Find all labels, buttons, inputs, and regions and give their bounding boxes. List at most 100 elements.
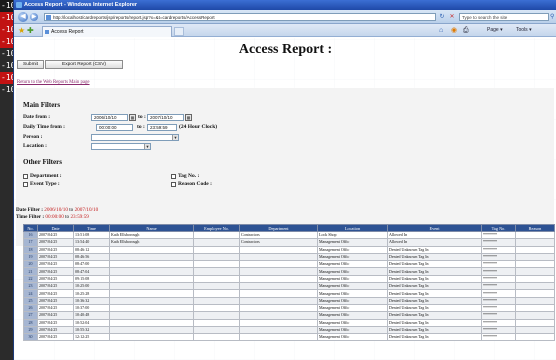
page-content: Access Report : Submit Export Report (CS…	[14, 38, 556, 360]
terminal-line: -10	[1, 61, 14, 70]
window-title-bar[interactable]: Access Report - Windows Internet Explore…	[14, 0, 556, 10]
table-cell	[239, 303, 318, 313]
time-to-label: to :	[137, 124, 145, 130]
table-row: 29 2007/04/25 10:55:32 Management Offic Deni…	[23, 325, 555, 335]
date-from-input[interactable]: 2006/10/10	[91, 114, 128, 121]
table-cell	[515, 252, 555, 262]
refresh-icon[interactable]: ↻	[438, 13, 446, 21]
table-cell: 10:36:32	[73, 296, 110, 305]
table-cell: Management Offic	[317, 333, 388, 342]
date-to-input[interactable]: 2007/10/10	[147, 114, 184, 121]
column-header: Tag No.	[481, 224, 516, 232]
search-input[interactable]: Type to search the site	[459, 13, 549, 21]
table-cell: 18	[23, 245, 38, 254]
table-cell	[239, 267, 318, 276]
table-cell	[239, 318, 318, 327]
home-icon[interactable]: ⌂	[439, 26, 443, 35]
table-cell: 13:51:08	[73, 230, 110, 240]
access-report-table: No. Date Time Name Employee No. Department Loc…	[23, 224, 555, 342]
table-cell: Denied Unknown Tag In	[387, 274, 482, 284]
star-icon[interactable]: ★	[18, 26, 25, 35]
submit-button[interactable]: Submit	[17, 60, 44, 69]
tab-label: Access Report	[51, 29, 84, 35]
table-cell: Management Offic	[317, 296, 388, 305]
table-cell: *******	[481, 325, 516, 335]
date-filter-label: Date Filter :	[16, 207, 43, 213]
table-cell: 2007/04/25	[37, 245, 74, 254]
table-cell: 20	[23, 260, 38, 269]
table-cell: 2007/04/25	[37, 311, 74, 320]
table-cell: *******	[481, 260, 516, 269]
time-filter-to: 23:59:59	[70, 214, 89, 220]
add-favorite-icon[interactable]: ✚	[27, 26, 34, 35]
table-cell: Management Offic	[317, 267, 388, 276]
table-cell	[193, 303, 240, 313]
table-cell: Denied Unknown Tag In	[387, 260, 482, 269]
table-row: 23 2007/04/25 10:25:00 Management Offic Deni…	[23, 282, 555, 291]
table-cell: 2007/04/25	[37, 238, 74, 247]
print-icon[interactable]: ⎙	[463, 26, 469, 35]
feeds-icon[interactable]: ◉	[451, 26, 457, 35]
table-cell	[515, 325, 555, 335]
column-header: No.	[23, 224, 38, 232]
table-cell: 2007/04/25	[37, 230, 74, 240]
return-main-page-link[interactable]: Return to the Web Reports Main page	[17, 80, 90, 85]
tag-no-checkbox[interactable]	[171, 174, 176, 179]
tools-menu-button[interactable]: Tools ▾	[516, 26, 532, 35]
table-cell: 19	[23, 252, 38, 262]
chevron-down-icon: ▼	[172, 135, 178, 140]
calendar-icon[interactable]: ▦	[185, 114, 192, 121]
table-cell: Denied Unknown Tag In	[387, 303, 482, 313]
forward-arrow-icon[interactable]: ▶	[30, 13, 38, 21]
terminal-line: -10	[1, 49, 14, 58]
time-from-input[interactable]: 00:00:00	[96, 124, 133, 131]
page-menu-label: Page	[487, 27, 499, 33]
table-cell: *******	[481, 333, 516, 342]
time-format-note: (24 Hour Clock)	[179, 124, 218, 130]
table-cell: 08:46:12	[73, 245, 110, 254]
table-row: 27 2007/04/25 10:40:48 Management Offic Deni…	[23, 311, 555, 320]
table-cell: Management Offic	[317, 282, 388, 291]
table-cell	[109, 325, 194, 335]
export-csv-button[interactable]: Export Report (CSV)	[45, 60, 123, 69]
page-menu-button[interactable]: Page ▾	[487, 26, 503, 35]
table-cell: Denied Unknown Tag In	[387, 282, 482, 291]
table-cell: 16	[23, 230, 38, 240]
table-cell	[239, 325, 318, 335]
search-icon[interactable]: ⚲	[550, 13, 556, 21]
tab-access-report[interactable]: Access Report	[42, 26, 172, 37]
table-cell	[193, 230, 240, 240]
table-cell: Management Offic	[317, 303, 388, 313]
back-arrow-icon[interactable]: ◀	[18, 12, 28, 22]
person-select[interactable]: ▼	[91, 134, 179, 141]
table-cell	[109, 260, 194, 269]
time-to-input[interactable]: 23:59:59	[147, 124, 177, 131]
table-cell: Management Offic	[317, 274, 388, 284]
url-input[interactable]: http://localhost/cardreports/jsp/reports…	[44, 13, 436, 21]
department-checkbox[interactable]	[23, 174, 28, 179]
table-cell: 08:46:56	[73, 252, 110, 262]
table-cell	[193, 333, 240, 342]
table-cell: 2007/04/25	[37, 303, 74, 313]
table-row: 26 2007/04/25 10:37:00 Management Offic Deni…	[23, 303, 555, 313]
table-cell: 10:25:28	[73, 289, 110, 298]
event-type-checkbox[interactable]	[23, 182, 28, 187]
location-select[interactable]: ▼	[91, 143, 151, 150]
table-cell: Denied Unknown Tag In	[387, 252, 482, 262]
table-cell: Management Offic	[317, 238, 388, 247]
table-cell: Contractors	[239, 238, 318, 247]
table-cell: 10:40:48	[73, 311, 110, 320]
table-cell: 10:25:00	[73, 282, 110, 291]
table-cell: 24	[23, 289, 38, 298]
terminal-line: -10	[1, 85, 14, 94]
table-cell: Denied Unknown Tag In	[387, 267, 482, 276]
calendar-icon[interactable]: ▦	[129, 114, 136, 121]
table-cell: 2007/04/25	[37, 333, 74, 342]
stop-icon[interactable]: ✕	[448, 13, 456, 21]
table-cell	[239, 333, 318, 342]
new-tab-button[interactable]	[174, 27, 184, 36]
reason-code-checkbox[interactable]	[171, 182, 176, 187]
date-to-label: to :	[138, 114, 146, 120]
table-cell: 2007/04/25	[37, 289, 74, 298]
table-cell	[515, 238, 555, 247]
